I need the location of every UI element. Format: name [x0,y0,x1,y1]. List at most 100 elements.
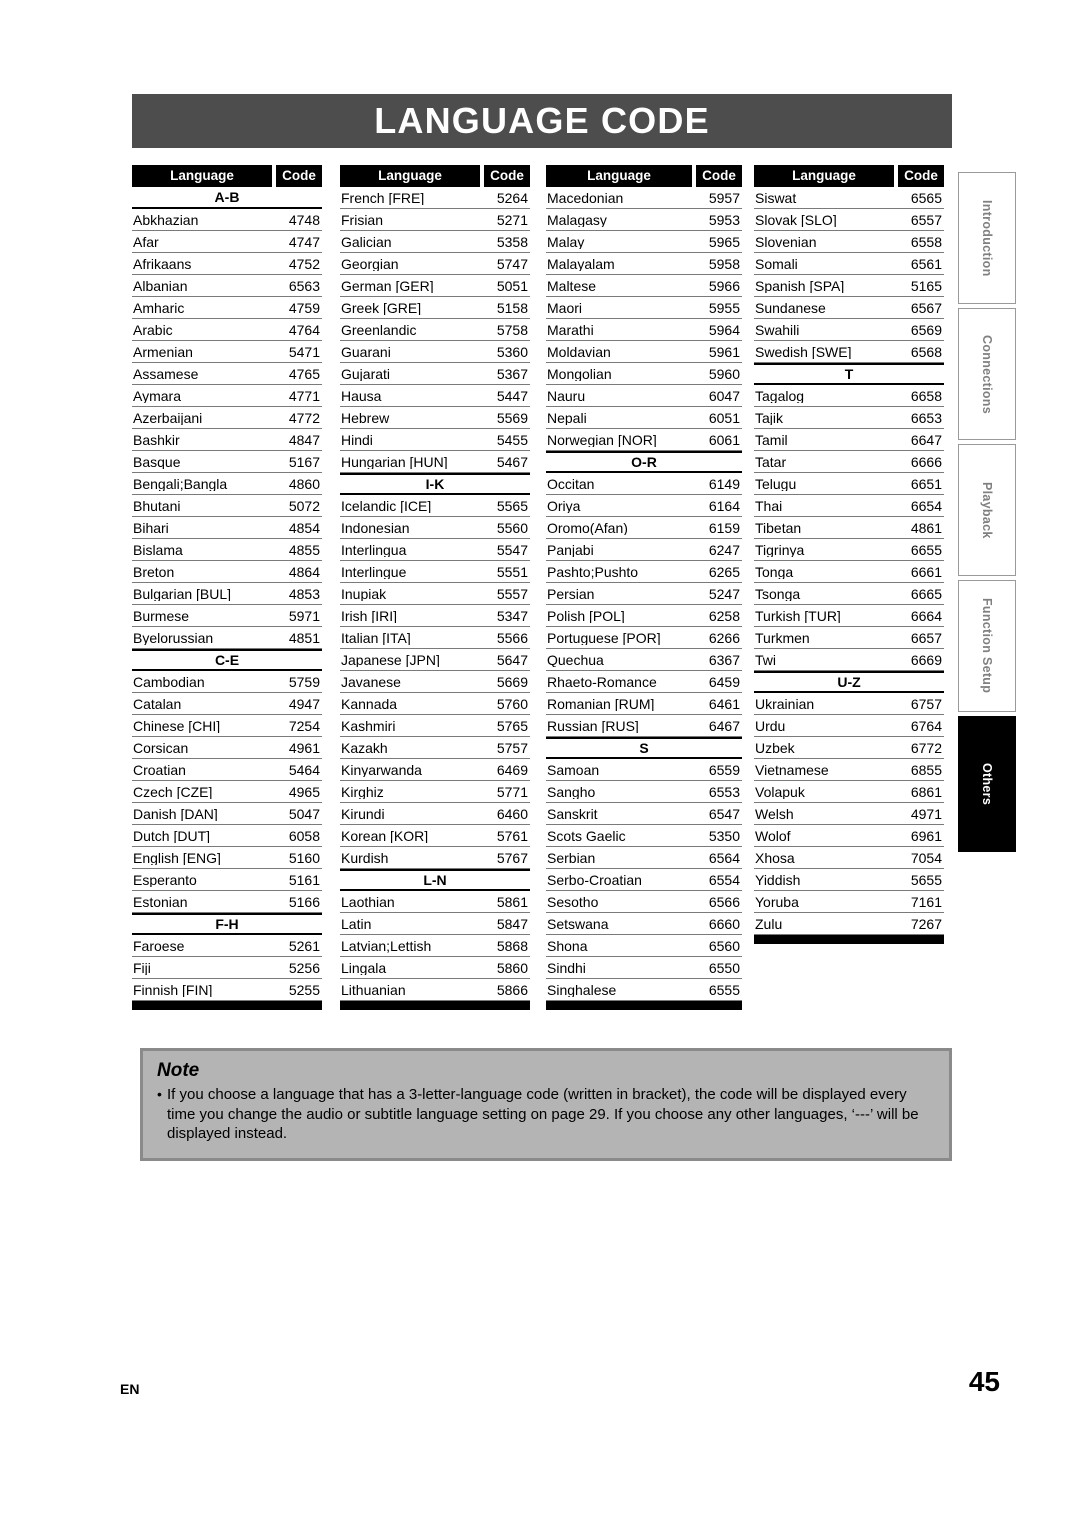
table-row: Inupiak 5557 [340,583,530,605]
cell-language: Tigrinya [755,542,805,557]
table-row: Urdu 6764 [754,715,944,737]
cell-language: Laothian [341,894,395,909]
table-row: Occitan 6149 [546,473,742,495]
cell-code: 6655 [910,541,942,558]
table-row: Kirghiz 5771 [340,781,530,803]
table-row: Korean [KOR] 5761 [340,825,530,847]
cell-language: Somali [755,256,798,271]
table-row: Tatar 6666 [754,451,944,473]
cell-language: Dutch [DUT] [133,828,211,843]
cell-code: 4965 [288,783,320,800]
cell-language: Sesotho [547,894,599,909]
section-tab-playback[interactable]: Playback [958,444,1016,576]
cell-code: 5350 [708,827,740,844]
table-row: Burmese 5971 [132,605,322,627]
cell-language: Scots Gaelic [547,828,626,843]
section-tab-connections[interactable]: Connections [958,308,1016,440]
cell-code: 5358 [496,233,528,250]
cell-code: 5264 [496,189,528,206]
table-row: Serbian 6564 [546,847,742,869]
cell-code: 5256 [288,959,320,976]
cell-code: 4864 [288,563,320,580]
cell-code: 5551 [496,563,528,580]
table-row: Samoan 6559 [546,759,742,781]
page-title-banner: LANGUAGE CODE [132,94,952,148]
cell-code: 5767 [496,849,528,866]
cell-language: Setswana [547,916,609,931]
language-code-table-2: Language Code French [FRE] 5264 Frisian 5271 G… [340,165,530,1010]
cell-language: Kurdish [341,850,389,865]
cell-code: 5958 [708,255,740,272]
cell-language: Albanian [133,278,188,293]
cell-code: 5271 [496,211,528,228]
cell-code: 5566 [496,629,528,646]
cell-code: 4747 [288,233,320,250]
cell-language: Italian [ITA] [341,630,411,645]
cell-language: Serbo-Croatian [547,872,642,887]
table-row: Maori 5955 [546,297,742,319]
cell-code: 6660 [708,915,740,932]
cell-code: 5569 [496,409,528,426]
cell-language: Interlingue [341,564,407,579]
cell-language: Panjabi [547,542,594,557]
table-row: Hausa 5447 [340,385,530,407]
table-row: Corsican 4961 [132,737,322,759]
note-text: If you choose a language that has a 3-le… [167,1085,919,1143]
column-header-language: Language [340,165,480,187]
cell-code: 5759 [288,673,320,690]
table-row: Interlingue 5551 [340,561,530,583]
cell-code: 6666 [910,453,942,470]
cell-code: 4752 [288,255,320,272]
cell-language: Arabic [133,322,173,337]
cell-code: 4772 [288,409,320,426]
section-tab-introduction[interactable]: Introduction [958,172,1016,304]
table-row: Dutch [DUT] 6058 [132,825,322,847]
cell-language: Corsican [133,740,189,755]
cell-language: Urdu [755,718,786,733]
table-row: Tamil 6647 [754,429,944,451]
table-row: Greenlandic 5758 [340,319,530,341]
table-row: Fiji 5256 [132,957,322,979]
table-row: Indonesian 5560 [340,517,530,539]
table-row: Aymara 4771 [132,385,322,407]
cell-language: Bashkir [133,432,180,447]
cell-code: 6654 [910,497,942,514]
cell-language: Guarani [341,344,391,359]
cell-code: 5247 [708,585,740,602]
table-row: Thai 6654 [754,495,944,517]
cell-language: Estonian [133,894,188,909]
cell-language: Telugu [755,476,797,491]
cell-code: 5765 [496,717,528,734]
cell-language: Basque [133,454,181,469]
cell-code: 6266 [708,629,740,646]
table-row: Scots Gaelic 5350 [546,825,742,847]
cell-code: 5547 [496,541,528,558]
cell-code: 6658 [910,387,942,404]
table-row: Yoruba 7161 [754,891,944,913]
column-header-language: Language [546,165,692,187]
cell-code: 5965 [708,233,740,250]
cell-language: Tagalog [755,388,805,403]
cell-language: Abkhazian [133,212,199,227]
table-row: Irish [IRI] 5347 [340,605,530,627]
table-row: Interlingua 5547 [340,539,530,561]
cell-code: 6653 [910,409,942,426]
section-tab-function-setup[interactable]: Function Setup [958,580,1016,712]
cell-language: Galician [341,234,392,249]
cell-language: Georgian [341,256,399,271]
cell-code: 6661 [910,563,942,580]
cell-language: Greek [GRE] [341,300,422,315]
cell-code: 4759 [288,299,320,316]
table-row: Hungarian [HUN] 5467 [340,451,530,473]
cell-code: 4947 [288,695,320,712]
section-tab-others[interactable]: Others [958,716,1016,852]
table-row: Assamese 4765 [132,363,322,385]
cell-code: 6565 [910,189,942,206]
table-row: French [FRE] 5264 [340,187,530,209]
cell-language: Wolof [755,828,791,843]
cell-language: Breton [133,564,175,579]
cell-code: 6568 [910,343,942,360]
cell-language: Malayalam [547,256,615,271]
table-row: Cambodian 5759 [132,671,322,693]
table-row: Sundanese 6567 [754,297,944,319]
